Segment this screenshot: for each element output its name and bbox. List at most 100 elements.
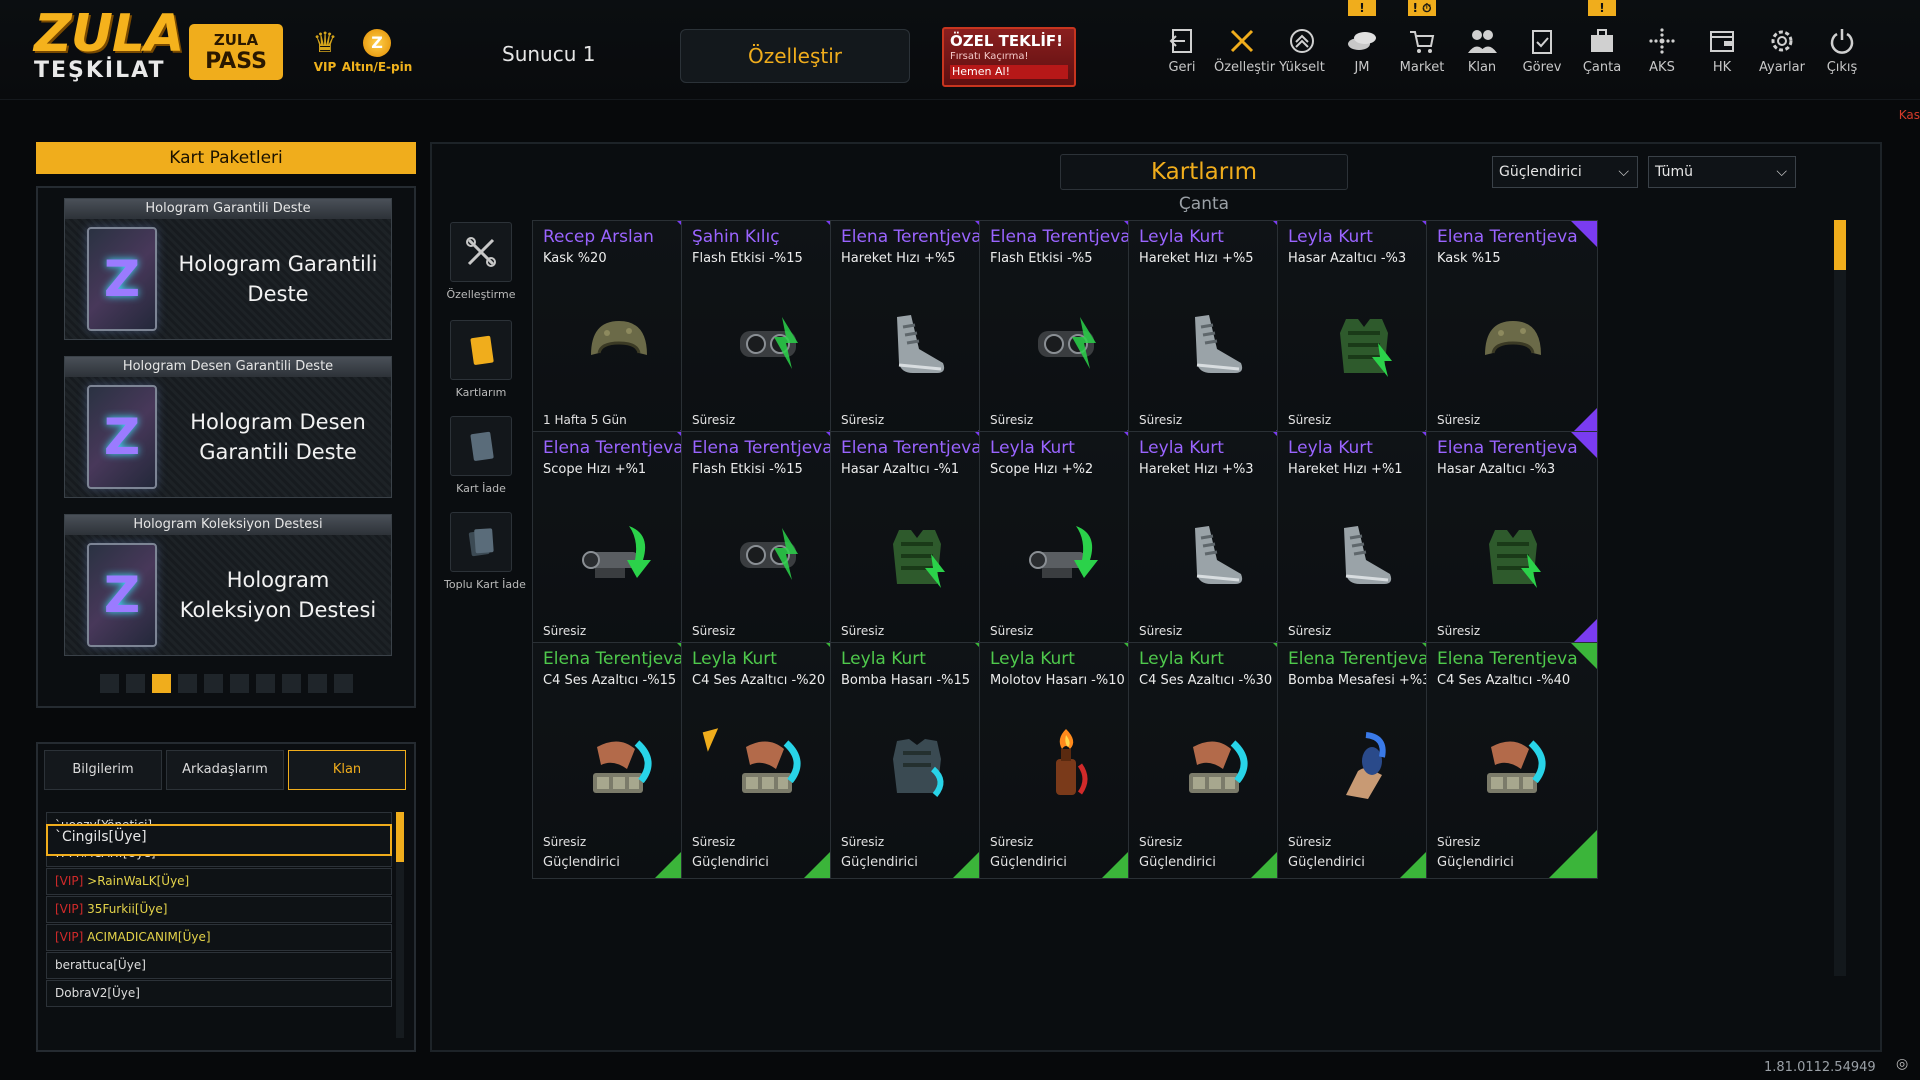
- page-title: Kartlarım: [1060, 154, 1348, 190]
- card-item[interactable]: Elena Terentjeva Hareket Hızı +%5 Süresi…: [830, 220, 1002, 457]
- card-duration: Süresiz: [1139, 624, 1183, 638]
- nav-çıkış-button[interactable]: Çıkış: [1814, 24, 1870, 84]
- card-item[interactable]: Leyla Kurt Molotov Hasarı -%10 Süresiz G…: [979, 642, 1151, 879]
- nav-geri-button[interactable]: Geri: [1154, 24, 1210, 84]
- member-list-scrollbar[interactable]: [396, 812, 404, 1038]
- clan-member-row[interactable]: [VIP] ACIMADICANIM[Üye]: [46, 924, 392, 951]
- side-card-return-button[interactable]: Kart İade: [444, 416, 518, 495]
- clan-member-row[interactable]: [VIP] >RainWaLK[Üye]: [46, 868, 392, 895]
- card-duration: Süresiz: [1139, 835, 1183, 849]
- pagination-dot[interactable]: [256, 674, 275, 693]
- card-duration: Süresiz: [1437, 413, 1481, 427]
- goggles-icon: [726, 514, 810, 598]
- tab-arkadaslarim[interactable]: Arkadaşlarım: [166, 750, 284, 790]
- card-effect: Scope Hızı +%1: [543, 462, 647, 477]
- card-grid-scrollbar[interactable]: [1834, 220, 1846, 976]
- scroll-thumb[interactable]: [396, 812, 404, 862]
- nav-hk-button[interactable]: HK: [1694, 24, 1750, 84]
- globe-icon[interactable]: ◎: [1896, 1056, 1908, 1072]
- side-customize-button[interactable]: Özelleştirme: [444, 222, 518, 301]
- card-duration: Süresiz: [841, 835, 885, 849]
- tab-klan[interactable]: Klan: [288, 750, 406, 790]
- shoe-icon: [875, 303, 959, 387]
- nav-özelleştir-button[interactable]: Özelleştir: [1214, 24, 1276, 84]
- nav-label: Çıkış: [1826, 60, 1858, 75]
- nav-ayarlar-button[interactable]: Ayarlar: [1754, 24, 1810, 84]
- nav-aks-button[interactable]: AKS: [1634, 24, 1690, 84]
- member-name: >RainWaLK[Üye]: [87, 874, 190, 888]
- nav-yükselt-button[interactable]: Yükselt: [1274, 24, 1330, 84]
- card-character-name: Leyla Kurt: [1288, 438, 1373, 458]
- special-offer-banner[interactable]: ÖZEL TEKLİF! Fırsatı Kaçırma! Hemen Al!: [942, 27, 1076, 87]
- pagination-dot[interactable]: [126, 674, 145, 693]
- card-character-name: Elena Terentjeva: [543, 649, 684, 669]
- card-pack-item[interactable]: Hologram Desen Garantili Deste Z Hologra…: [64, 356, 392, 498]
- customize-button[interactable]: Özelleştir: [680, 29, 910, 83]
- scroll-thumb[interactable]: [1834, 220, 1846, 270]
- pagination-dot[interactable]: [178, 674, 197, 693]
- card-item[interactable]: Elena Terentjeva Bomba Mesafesi +%3 Süre…: [1277, 642, 1449, 879]
- card-duration: Süresiz: [841, 413, 885, 427]
- card-item[interactable]: Elena Terentjeva Flash Etkisi -%15 Süres…: [681, 431, 853, 668]
- card-pack-item[interactable]: Hologram Koleksiyon Destesi Z Hologram K…: [64, 514, 392, 656]
- page-subtitle: Çanta: [1178, 194, 1230, 214]
- pagination-dot[interactable]: [282, 674, 301, 693]
- member-name: berattuca[Üye]: [55, 958, 146, 972]
- tab-bilgilerim[interactable]: Bilgilerim: [44, 750, 162, 790]
- pagination-dot[interactable]: [230, 674, 249, 693]
- card-duration: Süresiz: [1139, 413, 1183, 427]
- zula-pass-button[interactable]: ZULA PASS: [189, 24, 283, 80]
- card-item[interactable]: Elena Terentjeva Kask %15 Süresiz Güçlen…: [1426, 220, 1598, 457]
- card-item[interactable]: Leyla Kurt Scope Hızı +%2 Süresiz Güçlen…: [979, 431, 1151, 668]
- side-my-cards-button[interactable]: Kartlarım: [444, 320, 518, 399]
- card-item[interactable]: Elena Terentjeva Flash Etkisi -%5 Süresi…: [979, 220, 1151, 457]
- rarity-corner-bottom: [1549, 830, 1597, 878]
- pagination-dot[interactable]: [152, 674, 171, 693]
- card-item[interactable]: Elena Terentjeva C4 Ses Azaltıcı -%15 Sü…: [532, 642, 704, 879]
- card-item[interactable]: Leyla Kurt C4 Ses Azaltıcı -%20 Süresiz …: [681, 642, 853, 879]
- card-item[interactable]: Elena Terentjeva Hasar Azaltıcı -%1 Süre…: [830, 431, 1002, 668]
- card-item[interactable]: Elena Terentjeva Scope Hızı +%1 Süresiz …: [532, 431, 704, 668]
- card-pack-title: Hologram Garantili Deste: [178, 252, 378, 306]
- clan-member-row[interactable]: DobraV2[Üye]: [46, 980, 392, 1007]
- c4-icon: [1471, 725, 1555, 809]
- card-duration: Süresiz: [1437, 835, 1481, 849]
- card-duration: Süresiz: [1437, 624, 1481, 638]
- card-item[interactable]: Leyla Kurt Bomba Hasarı -%15 Süresiz Güç…: [830, 642, 1002, 879]
- card-pack-item[interactable]: Hologram Garantili Deste Z Hologram Gara…: [64, 198, 392, 340]
- card-item[interactable]: Recep Arslan Kask %20 1 Hafta 5 Gün Güçl…: [532, 220, 704, 457]
- nav-label: Geri: [1168, 60, 1196, 75]
- card-item[interactable]: Leyla Kurt Hareket Hızı +%1 Süresiz Güçl…: [1277, 431, 1449, 668]
- type-filter-select[interactable]: Güçlendirici ⌵: [1492, 156, 1638, 188]
- nav-klan-button[interactable]: Klan: [1454, 24, 1510, 84]
- clan-member-row[interactable]: berattuca[Üye]: [46, 952, 392, 979]
- card-item[interactable]: Leyla Kurt Hasar Azaltıcı -%3 Süresiz Gü…: [1277, 220, 1449, 457]
- category-filter-select[interactable]: Tümü ⌵: [1648, 156, 1796, 188]
- card-character-name: Leyla Kurt: [1139, 649, 1224, 669]
- clan-member-row[interactable]: `Cingils[Üye]: [46, 824, 392, 856]
- top-bar: ZULA TEŞKİLAT ZULA PASS ♛ VIP Z Altın/E-…: [0, 0, 1920, 100]
- card-item[interactable]: Şahin Kılıç Flash Etkisi -%15 Süresiz Gü…: [681, 220, 853, 457]
- clan-member-row[interactable]: [VIP] 35Furkii[Üye]: [46, 896, 392, 923]
- card-item[interactable]: Leyla Kurt Hareket Hızı +%5 Süresiz Güçl…: [1128, 220, 1300, 457]
- pagination-dot[interactable]: [100, 674, 119, 693]
- nav-çanta-button[interactable]: ! Çanta: [1574, 0, 1630, 84]
- nav-jm-button[interactable]: ! JM: [1334, 0, 1390, 84]
- pagination-dot[interactable]: [308, 674, 327, 693]
- card-character-name: Elena Terentjeva: [543, 438, 684, 458]
- card-item[interactable]: Elena Terentjeva C4 Ses Azaltıcı -%40 Sü…: [1426, 642, 1598, 879]
- altin-epin-button[interactable]: Z Altın/E-pin: [340, 26, 414, 82]
- card-item[interactable]: Leyla Kurt C4 Ses Azaltıcı -%30 Süresiz …: [1128, 642, 1300, 879]
- card-effect: Hasar Azaltıcı -%3: [1437, 462, 1556, 477]
- card-item[interactable]: Leyla Kurt Hareket Hızı +%3 Süresiz Güçl…: [1128, 431, 1300, 668]
- pagination-dot[interactable]: [204, 674, 223, 693]
- pagination-dot[interactable]: [334, 674, 353, 693]
- nav-görev-button[interactable]: Görev: [1514, 24, 1570, 84]
- nav-label: Özelleştir: [1214, 60, 1276, 75]
- side-bulk-return-button[interactable]: Toplu Kart İade: [444, 512, 526, 591]
- card-item[interactable]: Elena Terentjeva Hasar Azaltıcı -%3 Süre…: [1426, 431, 1598, 668]
- card-effect: Bomba Mesafesi +%3: [1288, 673, 1431, 688]
- zula-pass-label-top: ZULA: [213, 31, 259, 49]
- nav-market-button[interactable]: ! ⏱ Market: [1394, 0, 1450, 84]
- category-filter-value: Tümü: [1655, 164, 1694, 180]
